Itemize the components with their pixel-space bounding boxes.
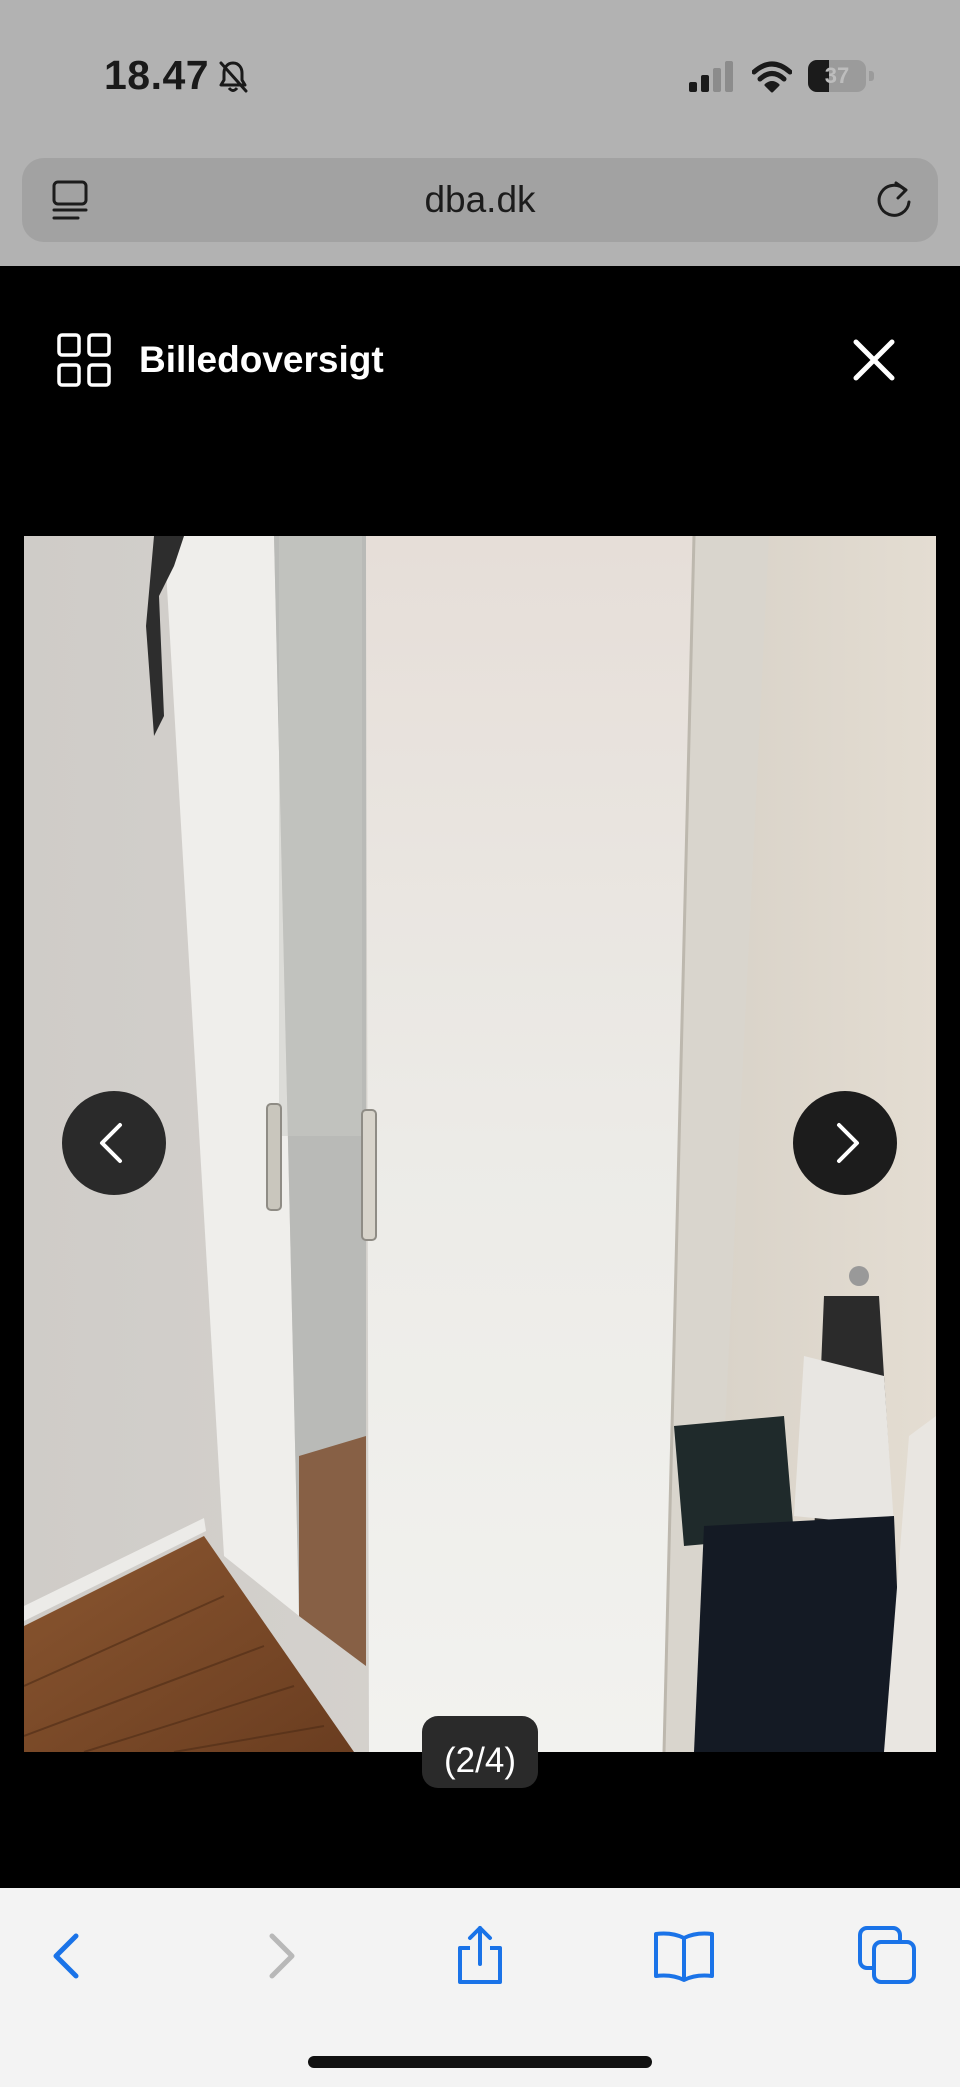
close-icon[interactable]	[850, 336, 898, 384]
bookmarks-icon	[654, 1931, 714, 1982]
previous-image-button[interactable]	[62, 1091, 166, 1195]
cellular-signal-icon	[688, 60, 734, 94]
status-time: 18.47	[104, 52, 210, 98]
tabs-button[interactable]	[856, 1924, 920, 1988]
chevron-right-icon	[837, 1123, 859, 1163]
browser-chrome-top: 18.47 37 dba.dk	[0, 0, 960, 266]
image-counter: (2/4)	[422, 1716, 538, 1788]
battery-icon: 37	[808, 60, 876, 92]
grid-icon[interactable]	[56, 332, 116, 392]
back-button[interactable]	[38, 1924, 102, 1988]
wifi-icon	[751, 60, 793, 94]
url-text[interactable]: dba.dk	[22, 158, 938, 242]
back-icon	[53, 1933, 79, 1979]
reload-icon[interactable]	[872, 178, 916, 222]
bell-slash-icon	[218, 60, 248, 94]
bookmarks-button[interactable]	[652, 1924, 716, 1988]
gallery-title[interactable]: Billedoversigt	[139, 336, 384, 384]
reader-icon[interactable]	[50, 178, 94, 222]
home-indicator[interactable]	[308, 2056, 652, 2068]
share-icon	[458, 1926, 502, 1984]
next-image-button[interactable]	[793, 1091, 897, 1195]
chevron-left-icon	[100, 1123, 122, 1163]
url-bar[interactable]: dba.dk	[22, 158, 938, 242]
forward-icon	[269, 1933, 295, 1979]
forward-button[interactable]	[246, 1924, 310, 1988]
tabs-icon	[858, 1926, 916, 1984]
share-button[interactable]	[448, 1924, 512, 1988]
battery-percent: 37	[824, 63, 850, 88]
